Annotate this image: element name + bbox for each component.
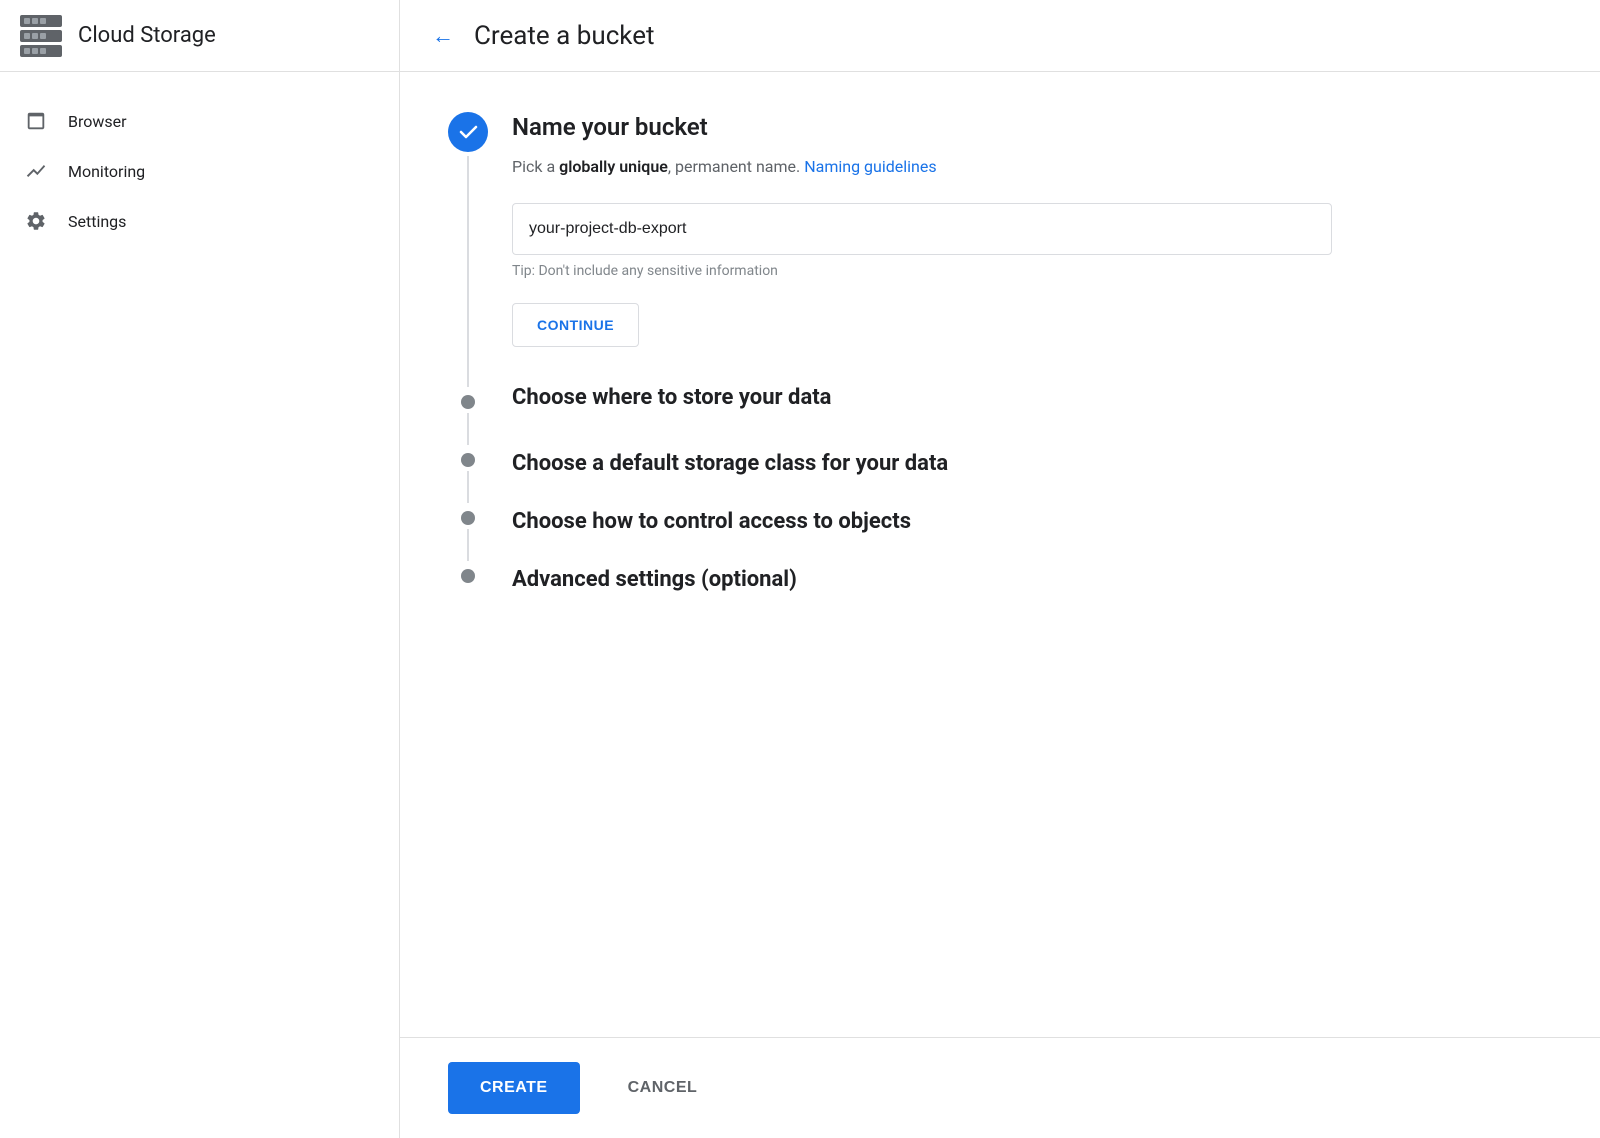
- step-5-left: [448, 561, 488, 583]
- step-4-content: Choose how to control access to objects: [512, 503, 1552, 546]
- step-4-connector: [467, 529, 469, 561]
- step-storage-class: Choose a default storage class for your …: [448, 445, 1552, 503]
- step-location: Choose where to store your data: [448, 379, 1552, 445]
- sidebar-header: Cloud Storage: [0, 0, 400, 71]
- settings-icon: [24, 210, 48, 232]
- step-5-title: Advanced settings (optional): [512, 561, 1552, 596]
- sidebar-item-monitoring-label: Monitoring: [68, 162, 145, 181]
- sidebar-item-monitoring[interactable]: Monitoring: [0, 146, 387, 196]
- step-4-dot: [461, 511, 475, 525]
- browser-icon: [24, 110, 48, 132]
- sidebar-item-browser[interactable]: Browser: [0, 96, 387, 146]
- step-5-dot: [461, 569, 475, 583]
- app-title: Cloud Storage: [78, 23, 216, 48]
- step-3-left: [448, 445, 488, 503]
- step-access-control: Choose how to control access to objects: [448, 503, 1552, 561]
- collapsed-steps: Choose where to store your data Choose a…: [448, 379, 1552, 604]
- step-2-content: Choose where to store your data: [512, 379, 1552, 422]
- create-button[interactable]: CREATE: [448, 1062, 580, 1114]
- input-tip: Tip: Don't include any sensitive informa…: [512, 263, 1552, 279]
- action-bar: CREATE CANCEL: [400, 1037, 1600, 1138]
- sidebar: Browser Monitoring Settings: [0, 72, 400, 1138]
- continue-button[interactable]: CONTINUE: [512, 303, 639, 347]
- cancel-button[interactable]: CANCEL: [596, 1062, 730, 1114]
- cloud-storage-icon: [20, 15, 62, 57]
- step-5-content: Advanced settings (optional): [512, 561, 1552, 604]
- step-1-content: Name your bucket Pick a globally unique,…: [512, 112, 1552, 379]
- naming-guidelines-link[interactable]: Naming guidelines: [804, 157, 936, 176]
- sidebar-item-browser-label: Browser: [68, 112, 127, 131]
- main-header: ← Create a bucket: [400, 0, 1600, 71]
- step-4-title: Choose how to control access to objects: [512, 503, 1552, 538]
- step-1-line: [467, 156, 469, 379]
- monitoring-icon: [24, 160, 48, 182]
- sidebar-item-settings[interactable]: Settings: [0, 196, 387, 246]
- step-2-title: Choose where to store your data: [512, 379, 1552, 414]
- step-3-title: Choose a default storage class for your …: [512, 445, 1552, 480]
- sidebar-item-settings-label: Settings: [68, 212, 126, 231]
- app-header: Cloud Storage ← Create a bucket: [0, 0, 1600, 72]
- bucket-name-input[interactable]: [512, 203, 1332, 255]
- step-2-connector: [467, 413, 469, 445]
- step-2-dot: [461, 395, 475, 409]
- step-3-content: Choose a default storage class for your …: [512, 445, 1552, 488]
- step-1-description: Pick a globally unique, permanent name. …: [512, 155, 1552, 179]
- step-1-title: Name your bucket: [512, 112, 1552, 143]
- step-4-left: [448, 503, 488, 561]
- step-1-check-circle: [448, 112, 488, 152]
- content-area: Browser Monitoring Settings: [0, 72, 1600, 1138]
- main-content: Name your bucket Pick a globally unique,…: [400, 72, 1600, 1037]
- step-advanced: Advanced settings (optional): [448, 561, 1552, 604]
- step-3-connector: [467, 471, 469, 503]
- step-1-bold: globally unique: [559, 157, 668, 176]
- step-2-left: [448, 379, 488, 445]
- step-name-bucket: Name your bucket Pick a globally unique,…: [448, 112, 1552, 379]
- step-1-indicator: [448, 112, 488, 379]
- step-3-dot: [461, 453, 475, 467]
- back-button[interactable]: ←: [432, 23, 454, 49]
- page-title: Create a bucket: [474, 21, 655, 51]
